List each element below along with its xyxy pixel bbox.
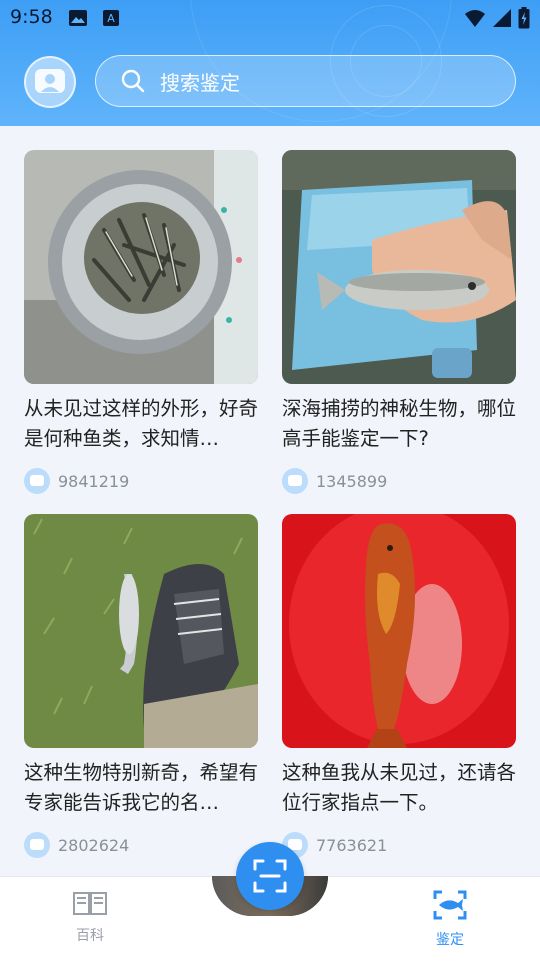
search-placeholder: 搜索鉴定 bbox=[160, 70, 240, 95]
status-bar: 9:58 A bbox=[0, 0, 540, 36]
post-meta: 2802624 bbox=[24, 832, 258, 858]
post-title: 从未见过这样的外形，好奇是何种鱼类，求知情… bbox=[24, 397, 258, 450]
scan-icon bbox=[253, 859, 287, 893]
scan-button[interactable] bbox=[236, 842, 304, 910]
battery-icon bbox=[518, 7, 530, 33]
post-count: 7763621 bbox=[316, 835, 388, 855]
post-card[interactable]: 深海捕捞的神秘生物，哪位高手能鉴定一下? 1345899 bbox=[282, 150, 516, 494]
post-count: 9841219 bbox=[58, 471, 130, 491]
tab-label: 百科 bbox=[76, 928, 104, 944]
post-title: 深海捕捞的神秘生物，哪位高手能鉴定一下? bbox=[282, 397, 516, 450]
svg-text:A: A bbox=[107, 12, 115, 25]
tab-encyclopedia[interactable]: 百科 bbox=[60, 889, 120, 945]
book-icon bbox=[73, 892, 107, 915]
signal-icon bbox=[492, 8, 512, 32]
status-time: 9:58 bbox=[10, 6, 53, 28]
author-avatar bbox=[24, 832, 50, 858]
post-meta: 7763621 bbox=[282, 832, 516, 858]
tab-identify[interactable]: 鉴定 bbox=[420, 889, 480, 949]
post-card[interactable]: 这种生物特别新奇，希望有专家能告诉我它的名… 2802624 bbox=[24, 514, 258, 858]
app-header: 9:58 A 搜索鉴定 bbox=[0, 0, 540, 126]
system-indicators bbox=[464, 7, 530, 33]
image-icon bbox=[68, 9, 88, 31]
search-bar[interactable]: 搜索鉴定 bbox=[95, 55, 516, 107]
post-meta: 1345899 bbox=[282, 468, 516, 494]
a-icon: A bbox=[102, 9, 120, 31]
post-count: 1345899 bbox=[316, 471, 388, 491]
post-count: 2802624 bbox=[58, 835, 130, 855]
post-image-fish-in-bowl bbox=[24, 150, 258, 384]
author-avatar bbox=[24, 468, 50, 494]
post-image-red-fish-in-tub bbox=[282, 514, 516, 748]
post-card[interactable]: 从未见过这样的外形，好奇是何种鱼类，求知情… 9841219 bbox=[24, 150, 258, 494]
post-image-fish-in-hand bbox=[282, 150, 516, 384]
author-avatar bbox=[282, 468, 308, 494]
post-image-fish-on-grass bbox=[24, 514, 258, 748]
post-title: 这种生物特别新奇，希望有专家能告诉我它的名… bbox=[24, 761, 258, 814]
post-title: 这种鱼我从未见过，还请各位行家指点一下。 bbox=[282, 761, 516, 814]
fish-scan-icon bbox=[433, 890, 467, 920]
post-meta: 9841219 bbox=[24, 468, 258, 494]
user-avatar[interactable] bbox=[24, 56, 76, 108]
wifi-icon bbox=[464, 8, 486, 32]
post-card[interactable]: 这种鱼我从未见过，还请各位行家指点一下。 7763621 bbox=[282, 514, 516, 858]
tab-label: 鉴定 bbox=[436, 932, 464, 948]
search-icon bbox=[121, 69, 145, 93]
post-feed: 从未见过这样的外形，好奇是何种鱼类，求知情… 9841219 深海捕捞的神秘生物… bbox=[0, 126, 540, 876]
user-icon bbox=[35, 69, 65, 93]
